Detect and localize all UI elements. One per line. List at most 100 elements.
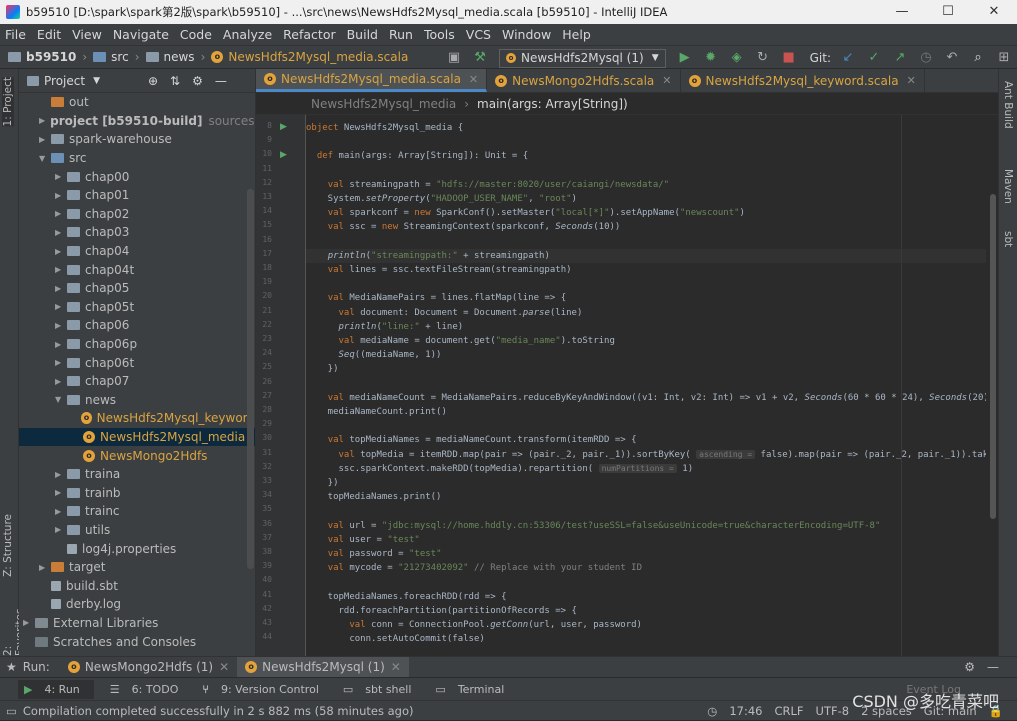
- tree-item[interactable]: ▶ chap04: [19, 242, 255, 261]
- chevron-right-icon[interactable]: ▶: [23, 618, 35, 627]
- menu-edit[interactable]: Edit: [32, 27, 67, 42]
- code-line[interactable]: val mediaName = document.get("media_name…: [306, 334, 986, 348]
- tree-item[interactable]: ▶ External Libraries: [19, 614, 255, 633]
- project-tool-tab[interactable]: 1: Project: [2, 77, 14, 127]
- build-hammer-icon[interactable]: ⚒: [472, 50, 488, 66]
- tree-item[interactable]: out: [19, 93, 255, 112]
- status-indicator-icon[interactable]: ▭: [6, 704, 17, 718]
- chevron-right-icon[interactable]: ▶: [55, 209, 67, 218]
- code-line[interactable]: val lines = ssc.textFileStream(streaming…: [306, 263, 986, 277]
- menu-tools[interactable]: Tools: [419, 27, 461, 42]
- run-icon[interactable]: ▶: [677, 50, 693, 66]
- tab-newshdfs2mysql-keyword[interactable]: o NewsHdfs2Mysql_keyword.scala ✕: [681, 69, 925, 92]
- code-line[interactable]: [306, 419, 986, 433]
- close-icon[interactable]: ✕: [662, 74, 671, 87]
- tool-todo-button[interactable]: ☰ 6: TODO: [110, 683, 187, 696]
- code-content[interactable]: object NewsHdfs2Mysql_media { def main(a…: [306, 115, 986, 656]
- code-line[interactable]: topMediaNames.print(): [306, 490, 986, 504]
- chevron-right-icon[interactable]: ▶: [55, 191, 67, 200]
- tab-newshdfs2mysql-media[interactable]: o NewsHdfs2Mysql_media.scala ✕: [256, 69, 488, 92]
- tree-item[interactable]: build.sbt: [19, 576, 255, 595]
- layout-icon[interactable]: ⊞: [996, 50, 1012, 66]
- code-line[interactable]: val sparkconf = new SparkConf().setMaste…: [306, 206, 986, 220]
- git-update-icon[interactable]: ↙: [840, 50, 856, 66]
- rollback-icon[interactable]: ↶: [944, 50, 960, 66]
- chevron-right-icon[interactable]: ▶: [55, 340, 67, 349]
- code-line[interactable]: conn.setAutoCommit(false): [306, 632, 986, 646]
- code-line[interactable]: val mediaNameCount = MediaNamePairs.redu…: [306, 391, 986, 405]
- git-push-icon[interactable]: ↗: [892, 50, 908, 66]
- hide-icon[interactable]: —: [987, 660, 999, 674]
- code-line[interactable]: rdd.foreachPartition(partitionOfRecords …: [306, 604, 986, 618]
- git-commit-icon[interactable]: ✓: [866, 50, 882, 66]
- chevron-right-icon[interactable]: ▶: [39, 135, 51, 144]
- breadcrumb-news[interactable]: › news: [129, 50, 195, 64]
- tree-item[interactable]: ▶ chap07: [19, 372, 255, 391]
- tree-item[interactable]: ▶ spark-warehouse: [19, 130, 255, 149]
- tree-item[interactable]: ▶ chap05t: [19, 298, 255, 317]
- tree-item[interactable]: log4j.properties: [19, 539, 255, 558]
- tree-item[interactable]: derby.log: [19, 595, 255, 614]
- search-icon[interactable]: ⌕: [970, 50, 986, 66]
- code-line[interactable]: val topMediaNames = mediaNameCount.trans…: [306, 433, 986, 447]
- menu-navigate[interactable]: Navigate: [108, 27, 175, 42]
- chevron-right-icon[interactable]: ▶: [55, 228, 67, 237]
- tree-item[interactable]: ▶ chap02: [19, 205, 255, 224]
- tree-item[interactable]: ▶ chap00: [19, 167, 255, 186]
- maven-tool-tab[interactable]: Maven: [1002, 169, 1014, 204]
- gear-icon[interactable]: ⚙: [192, 74, 203, 88]
- code-line[interactable]: [306, 575, 986, 589]
- tree-item[interactable]: ▶ target: [19, 558, 255, 577]
- tree-item[interactable]: ▶ traina: [19, 465, 255, 484]
- tree-item[interactable]: ▶ chap04t: [19, 260, 255, 279]
- tree-item[interactable]: ▶ trainb: [19, 483, 255, 502]
- chevron-right-icon[interactable]: ▶: [39, 563, 51, 572]
- chevron-down-icon[interactable]: ▼: [93, 76, 100, 86]
- tab-newsmongo2hdfs[interactable]: o NewsMongo2Hdfs.scala ✕: [487, 69, 681, 92]
- stop-icon[interactable]: ■: [781, 50, 797, 66]
- menu-view[interactable]: View: [67, 27, 108, 42]
- code-line[interactable]: mediaNameCount.print(): [306, 405, 986, 419]
- code-line[interactable]: [306, 235, 986, 249]
- chevron-right-icon[interactable]: ▶: [39, 116, 45, 125]
- tool-run-button[interactable]: ▶ 4: Run: [18, 679, 94, 699]
- menu-build[interactable]: Build: [342, 27, 384, 42]
- tree-item[interactable]: ▶ project [b59510-build] sources roo: [19, 112, 255, 131]
- chevron-right-icon[interactable]: ▶: [55, 265, 67, 274]
- code-line[interactable]: [306, 135, 986, 149]
- history-icon[interactable]: ◷: [918, 50, 934, 66]
- attach-icon[interactable]: ↻: [755, 50, 771, 66]
- chevron-right-icon[interactable]: ▶: [55, 507, 67, 516]
- code-line[interactable]: [306, 164, 986, 178]
- menu-help[interactable]: Help: [557, 27, 597, 42]
- tool-sbt-shell-button[interactable]: ▭ sbt shell: [343, 683, 420, 696]
- code-line[interactable]: }): [306, 362, 986, 376]
- hide-icon[interactable]: —: [215, 74, 227, 88]
- code-line[interactable]: def main(args: Array[String]): Unit = {: [306, 149, 986, 163]
- tree-item[interactable]: ▶ trainc: [19, 502, 255, 521]
- code-line[interactable]: Seq((mediaName, 1)): [306, 348, 986, 362]
- code-line[interactable]: val streamingpath = "hdfs://master:8020/…: [306, 178, 986, 192]
- menu-vcs[interactable]: VCS: [461, 27, 497, 42]
- code-line[interactable]: val document: Document = Document.parse(…: [306, 306, 986, 320]
- code-line[interactable]: val url = "jdbc:mysql://home.hddly.cn:53…: [306, 519, 986, 533]
- code-line[interactable]: System.setProperty("HADOOP_USER_NAME", "…: [306, 192, 986, 206]
- code-line[interactable]: topMediaNames.foreachRDD(rdd => {: [306, 590, 986, 604]
- debug-icon[interactable]: ✹: [703, 50, 719, 66]
- project-panel-title[interactable]: Project: [44, 74, 85, 88]
- gear-icon[interactable]: ⚙: [964, 660, 975, 674]
- close-icon[interactable]: ✕: [391, 660, 401, 674]
- line-separator[interactable]: CRLF: [775, 704, 804, 718]
- code-line[interactable]: println("line:" + line): [306, 320, 986, 334]
- run-gutter-icon[interactable]: ▶: [280, 150, 287, 160]
- chevron-right-icon[interactable]: ▶: [55, 377, 67, 386]
- breadcrumb-project[interactable]: b59510: [8, 50, 76, 64]
- tree-item[interactable]: ▼ news: [19, 391, 255, 410]
- menu-window[interactable]: Window: [497, 27, 557, 42]
- code-line[interactable]: val mycode = "21273402092" // Replace wi…: [306, 561, 986, 575]
- code-line[interactable]: val topMedia = itemRDD.map(pair => (pair…: [306, 448, 986, 462]
- close-icon[interactable]: ✕: [219, 660, 229, 674]
- code-line[interactable]: }): [306, 476, 986, 490]
- code-line[interactable]: [306, 277, 986, 291]
- tree-item[interactable]: o NewsHdfs2Mysql_media: [19, 427, 255, 447]
